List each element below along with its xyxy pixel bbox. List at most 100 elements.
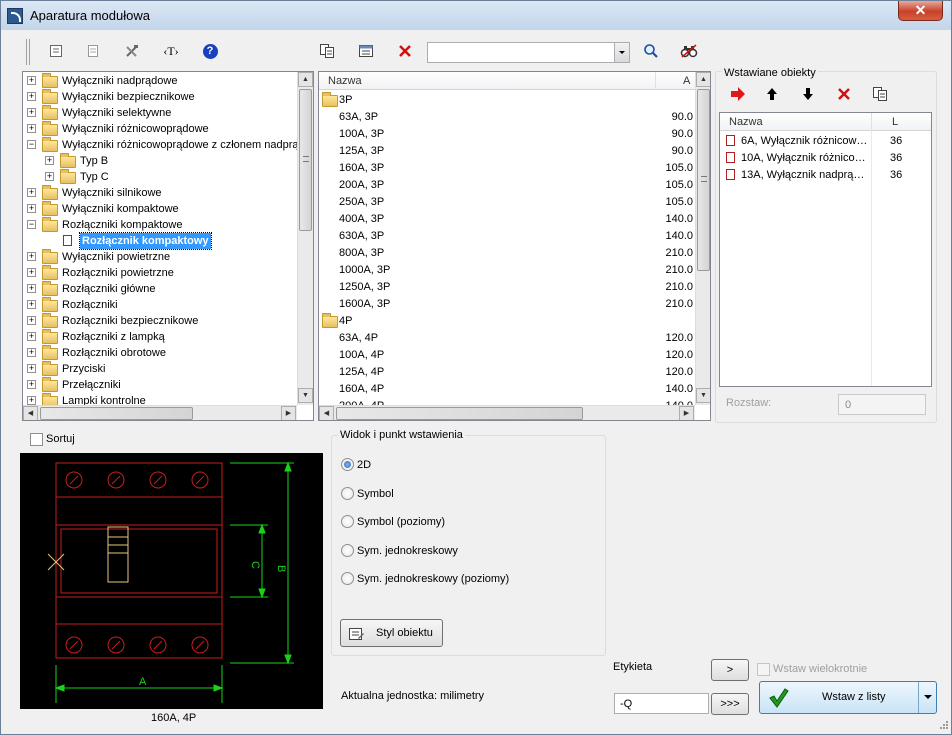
expand-icon[interactable]: + (27, 332, 36, 341)
copy-icon[interactable] (869, 83, 891, 105)
expand-icon[interactable]: + (27, 316, 36, 325)
list-row[interactable]: 125A, 4P 120.0 (319, 364, 695, 380)
inserted-row[interactable]: 10A, Wyłącznik różnico… 36 (720, 150, 931, 166)
list-row[interactable]: 160A, 4P 140.0 (319, 381, 695, 397)
list-row[interactable]: 63A, 4P 120.0 (319, 330, 695, 346)
tree-item[interactable]: + Wyłączniki powietrzne (23, 249, 297, 265)
col-name-header[interactable]: Nazwa (328, 72, 362, 90)
tree-item[interactable]: + Rozłączniki powietrzne (23, 265, 297, 281)
list-row[interactable]: 250A, 3P 105.0 (319, 194, 695, 210)
list-vertical-scrollbar[interactable]: ▲ ▼ (695, 72, 710, 405)
expand-icon[interactable]: + (27, 380, 36, 389)
list-group-row[interactable]: 4P (319, 313, 695, 329)
list-view-icon[interactable] (45, 40, 67, 62)
tree-item[interactable]: + Przyciski (23, 361, 297, 377)
delete-icon[interactable] (394, 40, 416, 62)
expand-icon[interactable]: + (27, 76, 36, 85)
remove-icon[interactable] (833, 83, 855, 105)
tree-item[interactable]: + Przełączniki (23, 377, 297, 393)
help-icon[interactable]: ? (199, 40, 221, 62)
scroll-thumb-h[interactable] (336, 407, 583, 420)
tree-item[interactable]: + Rozłączniki z lampką (23, 329, 297, 345)
list-row[interactable]: 125A, 3P 90.0 (319, 143, 695, 159)
list-row[interactable]: 1600A, 3P 210.0 (319, 296, 695, 312)
scroll-thumb[interactable] (299, 89, 312, 231)
arrow-up-icon[interactable] (761, 83, 783, 105)
inserted-row[interactable]: 6A, Wyłącznik różnicow… 36 (720, 133, 931, 149)
properties-icon[interactable] (355, 40, 377, 62)
tree-item[interactable]: + Rozłączniki bezpiecznikowe (23, 313, 297, 329)
tree-item[interactable]: − Wyłączniki różnicowoprądowe z członem n… (23, 137, 305, 153)
insert-from-list-button[interactable]: Wstaw z listy (759, 681, 937, 714)
view-option-radio[interactable] (341, 515, 354, 528)
expand-icon[interactable]: + (27, 124, 36, 133)
expand-icon[interactable]: + (27, 348, 36, 357)
tree-horizontal-scrollbar[interactable]: ◀ ▶ (23, 405, 297, 420)
expand-icon[interactable]: + (27, 252, 36, 261)
list-row[interactable]: 160A, 3P 105.0 (319, 160, 695, 176)
tree-item[interactable]: + Rozłączniki obrotowe (23, 345, 297, 361)
label-input[interactable]: -Q (614, 693, 709, 714)
tree-item[interactable]: + Wyłączniki silnikowe (23, 185, 297, 201)
tree-item[interactable]: + Rozłączniki (23, 297, 297, 313)
list-row[interactable]: 63A, 3P 90.0 (319, 109, 695, 125)
scroll-left-button[interactable]: ◀ (319, 406, 334, 420)
expand-icon[interactable]: + (27, 300, 36, 309)
tree-item[interactable]: + Wyłączniki selektywne (23, 105, 297, 121)
toolbar-grip[interactable] (26, 39, 30, 65)
tree-item[interactable]: + Rozłączniki główne (23, 281, 297, 297)
collapse-icon[interactable]: − (27, 140, 36, 149)
tree-item[interactable]: + Typ B (23, 153, 297, 169)
close-button[interactable]: ✕ (898, 1, 943, 21)
copy-icon[interactable] (316, 40, 338, 62)
col-name-header[interactable]: Nazwa (729, 113, 763, 131)
list-row[interactable]: 200A, 3P 105.0 (319, 177, 695, 193)
list-row[interactable]: 1250A, 3P 210.0 (319, 279, 695, 295)
list-row[interactable]: 100A, 3P 90.0 (319, 126, 695, 142)
scroll-thumb-h[interactable] (40, 407, 193, 420)
list-row[interactable]: 630A, 3P 140.0 (319, 228, 695, 244)
combo-dropdown-button[interactable] (614, 43, 629, 62)
scroll-up-button[interactable]: ▲ (298, 72, 313, 87)
document-icon[interactable] (82, 40, 104, 62)
scroll-left-button[interactable]: ◀ (23, 406, 38, 420)
col-l-header[interactable]: L (892, 113, 898, 131)
resize-grip-icon[interactable] (937, 720, 949, 732)
col-a-header[interactable]: A (683, 72, 690, 90)
tree-item[interactable]: + Typ C (23, 169, 297, 185)
tree-item[interactable]: Rozłącznik kompaktowy (23, 232, 297, 250)
collapse-icon[interactable]: − (27, 220, 36, 229)
expand-icon[interactable]: + (27, 364, 36, 373)
insert-dropdown-button[interactable] (918, 682, 936, 713)
arrow-right-icon[interactable] (727, 83, 749, 105)
scroll-right-button[interactable]: ▶ (679, 406, 694, 420)
tree-item[interactable]: + Wyłączniki różnicowoprądowe (23, 121, 297, 137)
search-icon[interactable] (640, 40, 662, 62)
scroll-right-button[interactable]: ▶ (281, 406, 296, 420)
next-label-button[interactable]: > (711, 659, 749, 681)
view-option-radio[interactable] (341, 572, 354, 585)
list-group-row[interactable]: 3P (319, 92, 695, 108)
scroll-thumb[interactable] (697, 89, 710, 271)
view-option-radio[interactable] (341, 487, 354, 500)
expand-icon[interactable]: + (27, 268, 36, 277)
binoculars-icon[interactable] (678, 40, 700, 62)
expand-icon[interactable]: + (27, 188, 36, 197)
view-option-radio[interactable] (341, 458, 354, 471)
expand-icon[interactable]: + (27, 396, 36, 405)
expand-icon[interactable]: + (27, 284, 36, 293)
search-combo[interactable] (427, 42, 630, 63)
inserted-row[interactable]: 13A, Wyłącznik nadprą… 36 (720, 167, 931, 183)
all-labels-button[interactable]: >>> (711, 693, 749, 715)
view-option-radio[interactable] (341, 544, 354, 557)
list-row[interactable]: 800A, 3P 210.0 (319, 245, 695, 261)
arrow-down-icon[interactable] (797, 83, 819, 105)
expand-icon[interactable]: + (27, 92, 36, 101)
scroll-down-button[interactable]: ▼ (696, 388, 710, 403)
list-horizontal-scrollbar[interactable]: ◀ ▶ (319, 405, 695, 420)
multi-insert-checkbox[interactable] (757, 663, 770, 676)
style-object-button[interactable]: Styl obiektu (340, 619, 443, 647)
expand-icon[interactable]: + (45, 172, 54, 181)
tree-item[interactable]: + Wyłączniki kompaktowe (23, 201, 297, 217)
tree-vertical-scrollbar[interactable]: ▲ ▼ (297, 72, 313, 405)
